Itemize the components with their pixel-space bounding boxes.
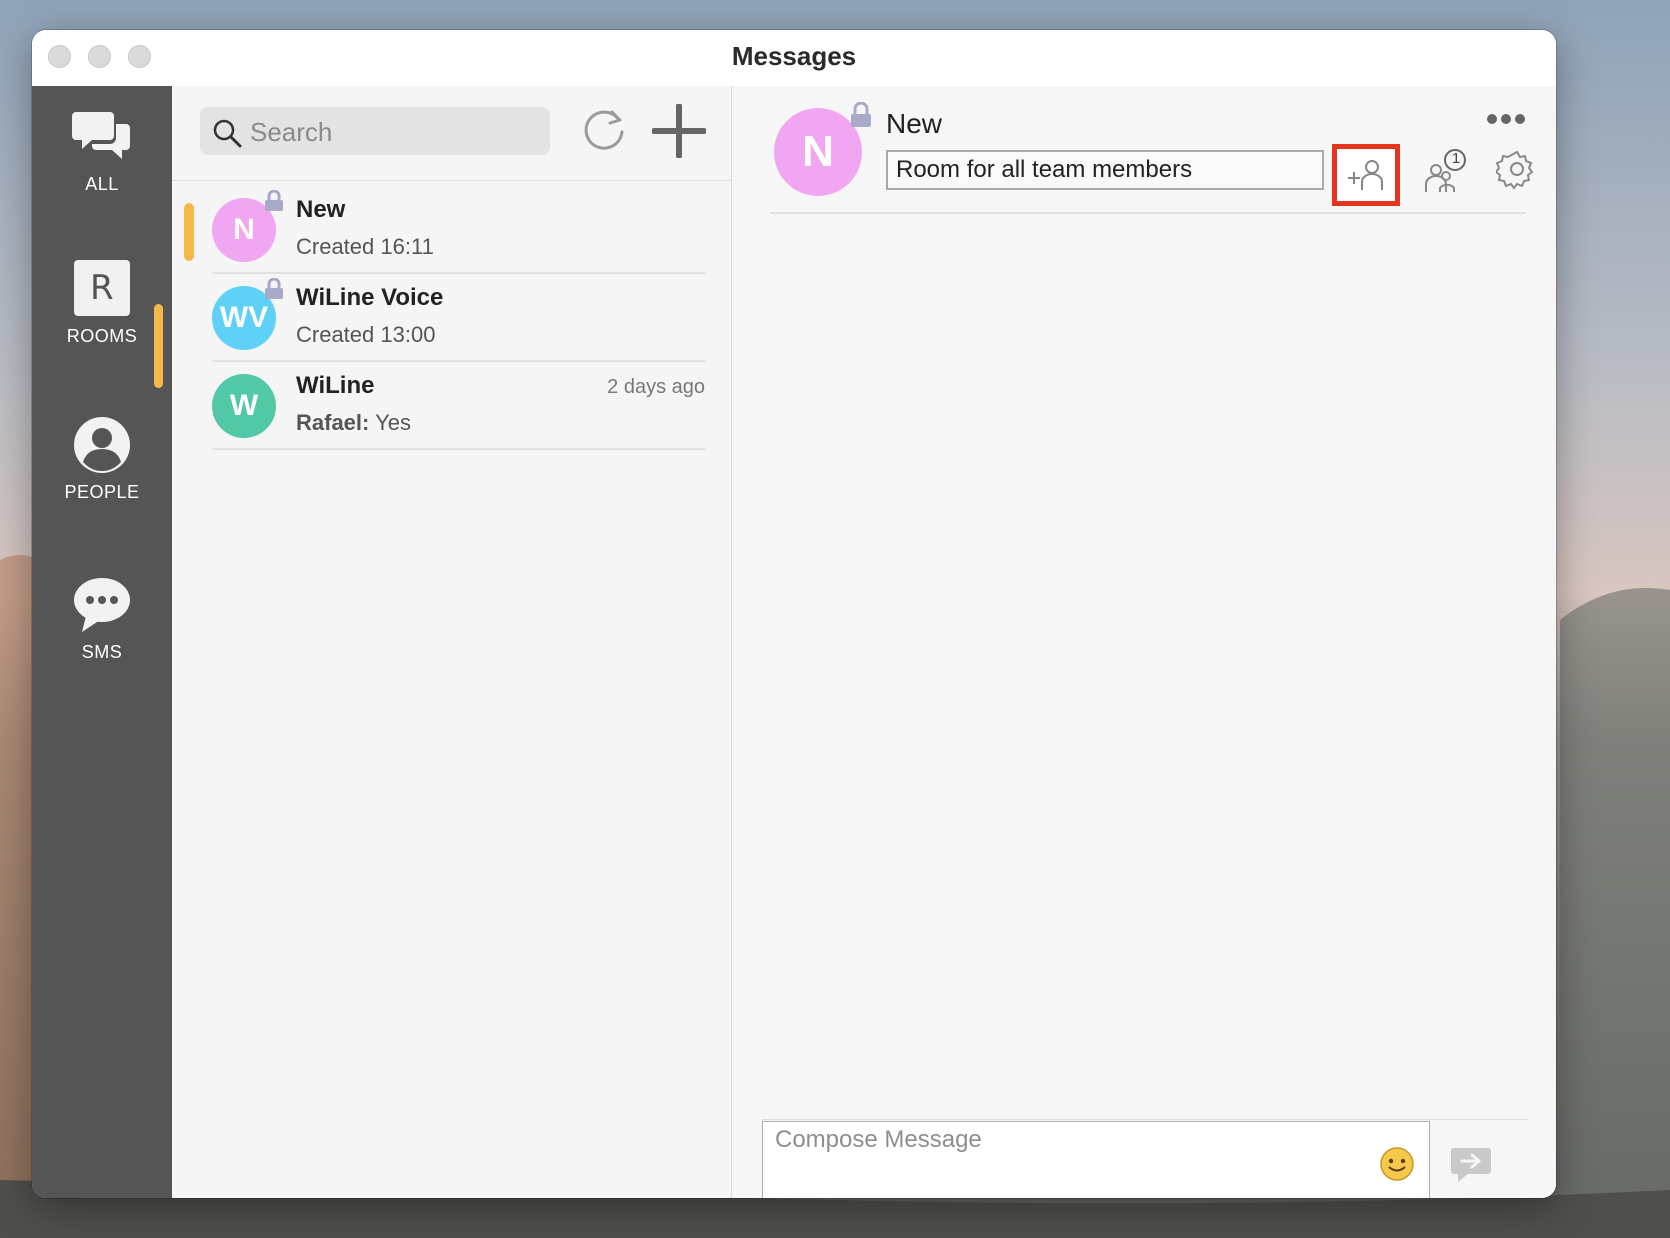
more-options-icon[interactable] (1486, 112, 1526, 126)
room-last-message: Rafael: Yes (296, 410, 411, 436)
settings-gear-icon[interactable] (1496, 148, 1538, 190)
compose-divider (762, 1119, 1528, 1120)
lock-icon (265, 278, 283, 299)
room-header-name: New (886, 108, 943, 139)
list-divider (172, 180, 731, 181)
emoji-icon[interactable] (1379, 1146, 1415, 1182)
nav-label-sms: SMS (81, 642, 123, 662)
messages-window: Messages ALL R ROOMS PEOPLE SMS Search N… (32, 30, 1556, 1198)
nav-item-all[interactable]: ALL (32, 108, 172, 195)
chat-bubbles-icon (72, 112, 130, 159)
nav-item-sms[interactable]: SMS (32, 576, 172, 663)
room-list-item[interactable]: W WiLine 2 days ago Rafael: Yes (212, 362, 705, 450)
room-list-item[interactable]: N New Created 16:11 (212, 186, 705, 274)
compose-message-input[interactable]: Compose Message (762, 1121, 1430, 1198)
add-member-icon[interactable] (1346, 154, 1386, 194)
search-field[interactable]: Search (200, 107, 550, 155)
rooms-r-icon: R (74, 260, 130, 316)
window-title: Messages (731, 41, 857, 71)
room-subtitle: Created 13:00 (296, 322, 436, 347)
nav-label-all: ALL (85, 174, 119, 194)
room-list-item[interactable]: WV WiLine Voice Created 13:00 (212, 274, 705, 362)
nav-label-rooms: ROOMS (66, 326, 138, 346)
selected-room-indicator (184, 203, 194, 261)
room-avatar: W (212, 374, 276, 438)
search-icon (213, 119, 242, 148)
send-icon[interactable] (1450, 1144, 1492, 1184)
new-room-plus-icon[interactable] (652, 104, 706, 158)
room-timestamp: 2 days ago (607, 376, 705, 398)
refresh-icon[interactable] (582, 106, 628, 152)
room-name: WiLine Voice (296, 284, 444, 311)
lock-icon (851, 102, 871, 127)
person-icon (74, 417, 130, 473)
room-name: New (296, 196, 346, 223)
room-list-pane: Search N New Created 16:11 WV WiLine Voi… (172, 86, 732, 1198)
chat-pane: N New Room for all team members 1 Compos… (732, 86, 1556, 1198)
room-topic-field[interactable]: Room for all team members (886, 150, 1324, 190)
members-count-badge: 1 (1451, 150, 1461, 167)
last-message-text: Yes (369, 410, 411, 435)
sms-bubble-icon (74, 578, 130, 632)
room-subtitle: Created 16:11 (296, 234, 434, 259)
search-placeholder: Search (250, 117, 333, 147)
nav-item-people[interactable]: PEOPLE (32, 416, 172, 503)
nav-label-people: PEOPLE (64, 482, 140, 502)
lock-icon (265, 190, 283, 211)
nav-item-rooms[interactable]: R ROOMS (32, 260, 172, 347)
compose-placeholder: Compose Message (775, 1126, 982, 1153)
room-header-avatar: N (774, 108, 862, 196)
header-divider (770, 212, 1526, 214)
nav-sidebar: ALL R ROOMS PEOPLE SMS (32, 86, 172, 1198)
last-message-sender: Rafael: (296, 410, 370, 435)
title-bar: Messages (32, 30, 1556, 87)
members-button[interactable]: 1 (1422, 148, 1468, 194)
room-name: WiLine (296, 372, 375, 399)
